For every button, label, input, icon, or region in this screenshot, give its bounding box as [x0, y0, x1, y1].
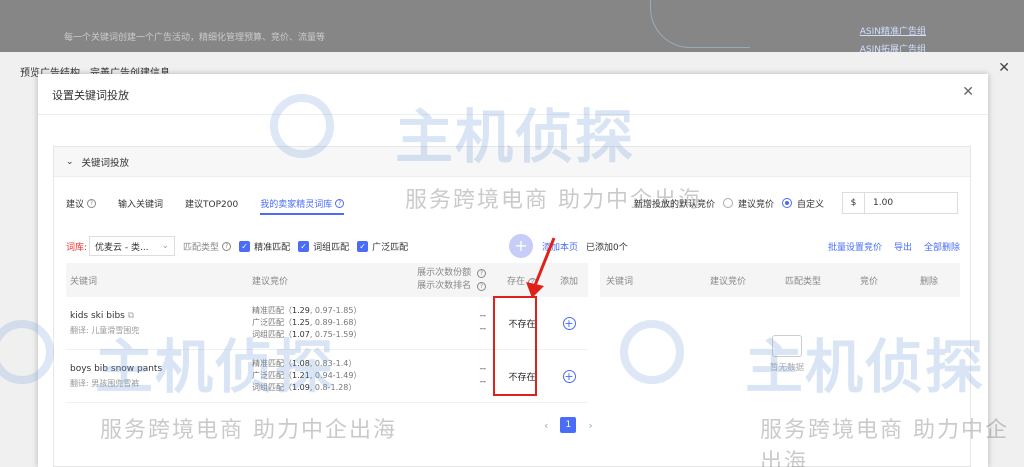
keyword-targeting-dialog: 设置关键词投放 ✕ ⌄ 关键词投放 建议? 输入关键词 建议TOP200 我的卖… — [38, 74, 988, 467]
delete-all-link[interactable]: 全部删除 — [924, 240, 960, 253]
impression-share: -- — [479, 311, 486, 321]
phrase-match-label: 词组匹配 — [313, 242, 350, 253]
default-bid-label: 新增投放的默认竞价 — [633, 199, 715, 210]
impression-rank: -- — [479, 377, 486, 387]
filter-row: 词库: 优麦云 - 类... ⌄ 匹配类型 ? ✓ 精准匹配 ✓ 词组匹配 ✓ … — [66, 234, 960, 258]
empty-state: 暂无数据 — [770, 335, 804, 373]
panel-title: 关键词投放 — [81, 157, 130, 169]
background-asin-link: ASIN精准广告组 — [859, 27, 926, 37]
help-icon: ? — [222, 241, 232, 251]
close-icon[interactable]: ✕ — [998, 60, 1010, 76]
currency-symbol: $ — [843, 193, 865, 213]
impression-share: -- — [479, 364, 486, 374]
default-bid-setting: 新增投放的默认竞价 建议竞价 自定义 $ 1.00 — [634, 191, 958, 215]
selected-keywords-table: 关键词 建议竞价 匹配类型 竞价 删除 暂无数据 — [600, 263, 960, 403]
highlight-box — [493, 296, 537, 396]
tab-top200[interactable]: 建议TOP200 — [185, 197, 238, 210]
help-icon: ? — [477, 269, 486, 278]
exact-match-label: 精准匹配 — [254, 242, 291, 253]
toolbar-links: 批量设置竞价 导出 全部删除 — [828, 240, 960, 253]
table-header: 关键词 建议竞价 展示次数份额 ? 展示次数排名 ? 存在? 添加 — [66, 263, 588, 297]
radio-suggest-bid[interactable] — [722, 198, 733, 208]
keyword-text: boys bib snow pants — [70, 363, 163, 374]
panel-header[interactable]: ⌄ 关键词投放 — [54, 147, 970, 177]
tab-my-library[interactable]: 我的卖家精灵词库? — [260, 197, 345, 215]
batch-bid-link[interactable]: 批量设置竞价 — [828, 240, 882, 253]
page-button[interactable]: 1 — [560, 417, 577, 433]
radio-custom-label: 自定义 — [796, 199, 824, 210]
tab-suggest[interactable]: 建议? — [66, 197, 97, 210]
help-icon: ? — [335, 198, 345, 208]
keyword-translation: 翻译: 儿童滑雪围兜 — [70, 325, 140, 335]
tabs: 建议? 输入关键词 建议TOP200 我的卖家精灵词库? 新增投放的默认竞价 建… — [54, 191, 970, 215]
background-description: 每一个关键词创建一个广告活动，精细化管理预算、竞价、流量等 — [64, 33, 326, 43]
pagination: ‹ 1 › — [544, 417, 593, 433]
bid-value: 1.00 — [873, 198, 894, 208]
close-icon[interactable]: ✕ — [962, 84, 974, 100]
radio-custom-bid[interactable] — [781, 198, 792, 208]
export-link[interactable]: 导出 — [894, 240, 912, 253]
phrase-match-checkbox[interactable]: ✓ — [298, 240, 310, 252]
table-header: 关键词 建议竞价 匹配类型 竞价 删除 — [600, 263, 960, 297]
empty-box-icon — [772, 335, 802, 357]
broad-match-checkbox[interactable]: ✓ — [357, 240, 369, 252]
added-count: 已添加0个 — [586, 243, 628, 253]
add-keyword-icon[interactable]: + — [562, 369, 576, 383]
dialog-title: 设置关键词投放 — [52, 89, 129, 102]
keyword-text: kids ski bibs — [70, 310, 125, 321]
chevron-right-icon[interactable]: › — [588, 419, 592, 432]
chevron-down-icon: ⌄ — [66, 156, 74, 167]
broad-match-label: 广泛匹配 — [372, 242, 409, 253]
keyword-translation: 翻译: 男孩围兜雪裤 — [70, 378, 140, 388]
radio-suggest-label: 建议竞价 — [737, 199, 774, 210]
chevron-down-icon: ⌄ — [161, 241, 170, 251]
default-bid-input[interactable]: $ 1.00 — [842, 192, 958, 214]
exact-match-checkbox[interactable]: ✓ — [239, 240, 251, 252]
tab-input-keywords[interactable]: 输入关键词 — [118, 197, 163, 210]
external-link-icon[interactable]: ⧉ — [128, 311, 134, 321]
help-icon: ? — [87, 198, 97, 208]
match-type-label: 匹配类型 — [183, 242, 220, 253]
add-keyword-icon[interactable]: + — [562, 316, 576, 330]
impression-rank: -- — [479, 324, 486, 334]
chevron-left-icon[interactable]: ‹ — [544, 419, 548, 432]
help-icon: ? — [477, 282, 486, 291]
library-label: 词库: — [66, 242, 88, 253]
arrow-icon — [526, 237, 556, 298]
divider — [38, 114, 988, 115]
library-select[interactable]: 优麦云 - 类... ⌄ — [89, 236, 176, 256]
